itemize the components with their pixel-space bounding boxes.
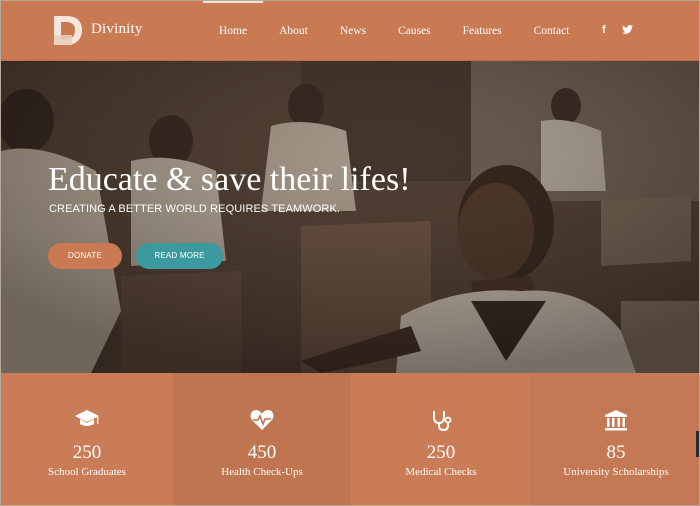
logo-icon[interactable] [51,13,85,47]
scrollbar-thumb[interactable] [696,431,699,457]
stat-label: University Scholarships [563,466,669,478]
stat-value: 450 [247,442,277,463]
stat-university-scholarships: 85 University Scholarships [531,373,699,505]
stat-health-checkups: 450 Health Check-Ups [173,373,351,505]
hero-banner: Educate & save their lifes! CREATING A B… [1,61,699,373]
nav-causes[interactable]: Causes [382,1,447,61]
read-more-button[interactable]: READ MORE [136,243,223,269]
main-nav: Home About News Causes Features Contact [203,1,585,61]
hero-background-image [1,61,699,373]
header: Divinity Home About News Causes Features… [1,1,699,61]
donate-button[interactable]: DONATE [48,243,122,269]
stat-value: 250 [72,442,102,463]
stat-value: 250 [426,442,456,463]
stats-bar: 250 School Graduates 450 Health Check-Up… [1,373,699,505]
stat-label: Medical Checks [405,466,477,478]
stethoscope-icon [433,411,452,431]
graduation-cap-icon [75,410,99,426]
heartbeat-icon [250,410,274,430]
nav-home[interactable]: Home [203,1,264,61]
nav-news[interactable]: News [324,1,382,61]
nav-contact[interactable]: Contact [518,1,586,61]
hero-title: Educate & save their lifes! [48,161,411,198]
brand-name[interactable]: Divinity [91,21,143,38]
facebook-icon[interactable]: f [602,24,606,36]
stat-label: Health Check-Ups [221,466,303,478]
hero-subtitle: CREATING A BETTER WORLD REQUIRES TEAMWOR… [49,203,341,215]
nav-features[interactable]: Features [447,1,518,61]
website-frame: Divinity Home About News Causes Features… [0,0,700,506]
stat-medical-checks: 250 Medical Checks [351,373,531,505]
stat-value: 85 [606,442,626,463]
twitter-icon[interactable] [622,25,633,34]
institution-icon [605,410,627,431]
nav-about[interactable]: About [263,1,324,61]
stat-label: School Graduates [48,466,126,478]
stat-school-graduates: 250 School Graduates [1,373,173,505]
